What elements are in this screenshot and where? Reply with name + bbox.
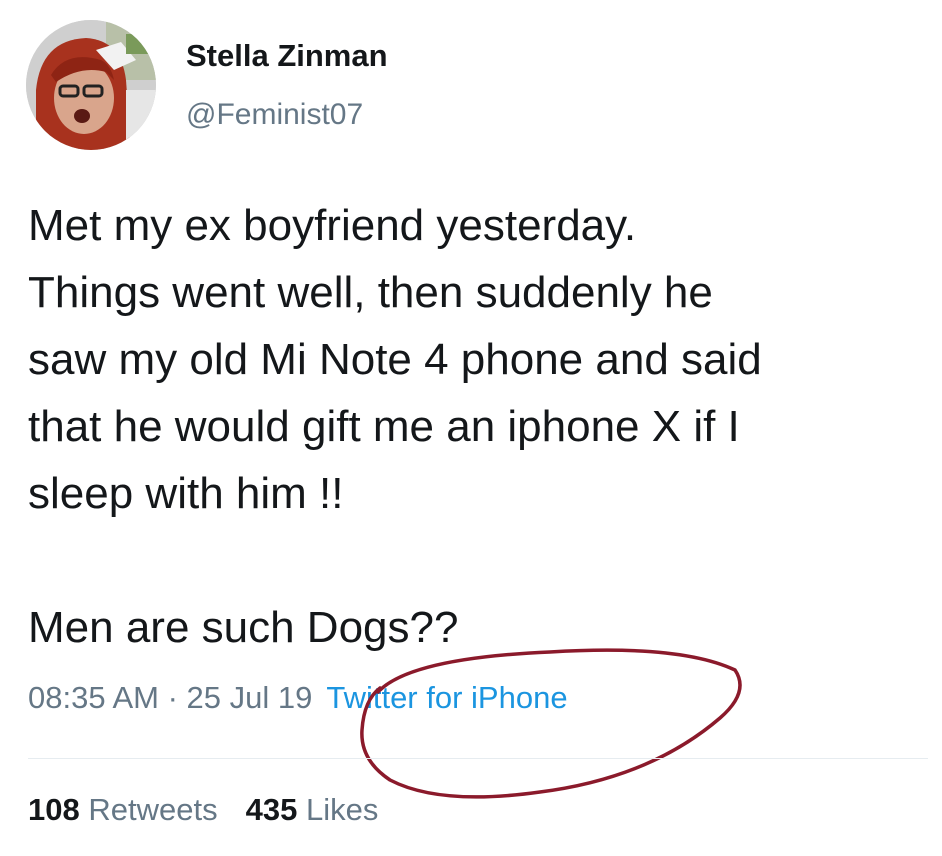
tweet-text-final-line: Men are such Dogs??: [28, 603, 459, 652]
tweet-text-line: saw my old Mi Note 4 phone and said: [28, 335, 762, 384]
tweet-text: Met my ex boyfriend yesterday. Things we…: [28, 192, 928, 661]
retweets-stat[interactable]: 108 Retweets: [28, 792, 218, 827]
likes-label: Likes: [305, 792, 379, 827]
likes-count: 435: [245, 792, 298, 827]
tweet-timestamp[interactable]: 08:35 AM · 25 Jul 19: [28, 680, 312, 715]
tweet-text-line: Things went well, then suddenly he: [28, 268, 713, 317]
avatar-image: [26, 20, 156, 150]
divider: [28, 758, 928, 759]
tweet-text-line: sleep with him !!: [28, 469, 344, 518]
retweets-label: Retweets: [88, 792, 218, 827]
tweet-card: Stella Zinman @Feminist07 Met my ex boyf…: [0, 0, 942, 856]
tweet-stats: 108 Retweets 435 Likes: [28, 792, 406, 828]
red-circle-annotation-icon: [360, 648, 742, 799]
likes-stat[interactable]: 435 Likes: [246, 792, 379, 827]
tweet-text-line: that he would gift me an iphone X if I: [28, 402, 740, 451]
user-handle[interactable]: @Feminist07: [186, 98, 363, 132]
tweet-meta: 08:35 AM · 25 Jul 19 Twitter for iPhone: [28, 680, 568, 716]
tweet-text-line: Met my ex boyfriend yesterday.: [28, 201, 637, 250]
tweet-source-link[interactable]: Twitter for iPhone: [326, 680, 567, 715]
display-name[interactable]: Stella Zinman: [186, 38, 388, 74]
avatar[interactable]: [26, 20, 156, 150]
retweets-count: 108: [28, 792, 80, 827]
